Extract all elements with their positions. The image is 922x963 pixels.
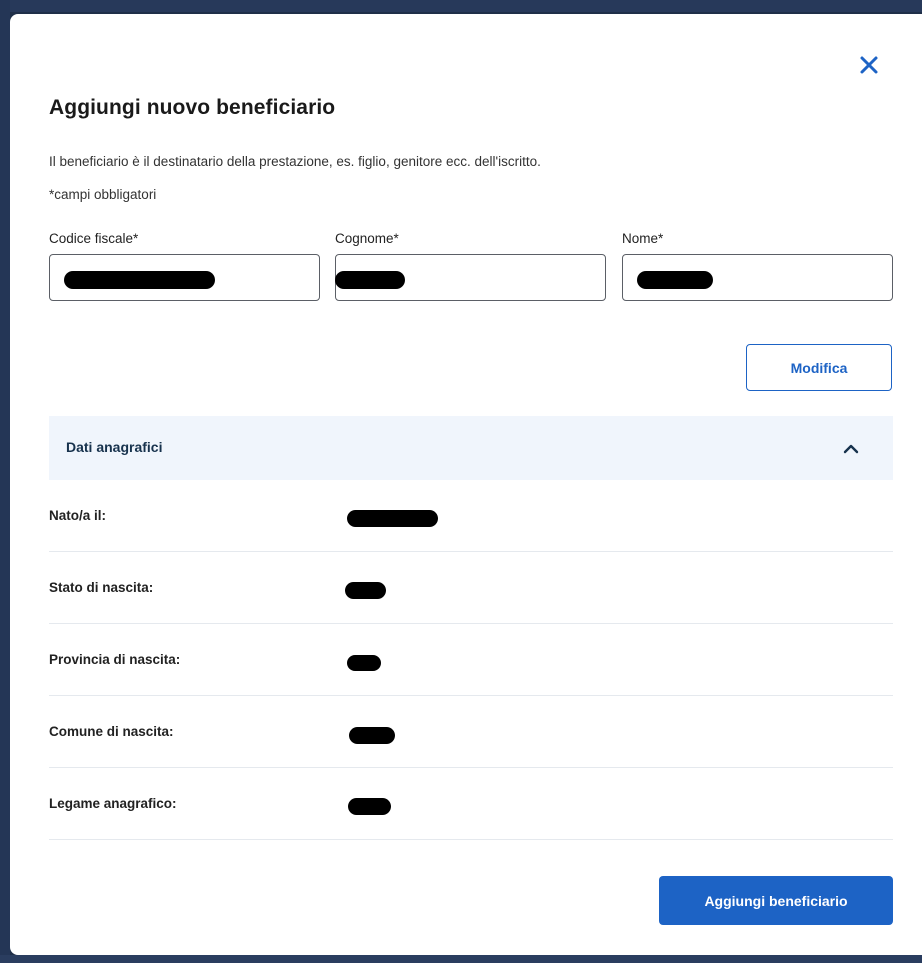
redacted-value <box>347 655 381 671</box>
redacted-value <box>637 271 713 289</box>
cognome-input[interactable] <box>335 254 606 301</box>
nome-input[interactable] <box>622 254 893 301</box>
redacted-value <box>349 727 395 744</box>
row-label: Legame anagrafico: <box>49 796 177 811</box>
cognome-label: Cognome* <box>335 231 399 246</box>
codice-fiscale-input[interactable] <box>49 254 320 301</box>
modal-description: Il beneficiario è il destinatario della … <box>49 154 541 169</box>
accordion-title: Dati anagrafici <box>66 439 163 455</box>
required-fields-note: *campi obbligatori <box>49 187 157 202</box>
row-label: Stato di nascita: <box>49 580 154 595</box>
backdrop <box>0 0 922 12</box>
close-button[interactable] <box>856 52 882 78</box>
redacted-value <box>335 271 405 289</box>
detail-row-birth-town: Comune di nascita: <box>49 696 893 768</box>
backdrop-bottom <box>0 955 922 963</box>
redacted-value <box>64 271 215 289</box>
row-label: Provincia di nascita: <box>49 652 181 667</box>
detail-row-birth-province: Provincia di nascita: <box>49 624 893 696</box>
add-beneficiary-modal: Aggiungi nuovo beneficiario Il beneficia… <box>10 14 922 955</box>
detail-row-birth-country: Stato di nascita: <box>49 552 893 624</box>
close-icon <box>860 56 878 74</box>
redacted-value <box>347 510 438 527</box>
row-label: Nato/a il: <box>49 508 107 523</box>
detail-row-birth-date: Nato/a il: <box>49 480 893 552</box>
redacted-value <box>345 582 386 599</box>
accordion-dati-anagrafici[interactable]: Dati anagrafici <box>49 416 893 480</box>
add-beneficiary-button[interactable]: Aggiungi beneficiario <box>659 876 893 925</box>
row-label: Comune di nascita: <box>49 724 174 739</box>
modal-title: Aggiungi nuovo beneficiario <box>49 96 336 119</box>
modifica-button[interactable]: Modifica <box>746 344 892 391</box>
detail-row-relationship: Legame anagrafico: <box>49 768 893 840</box>
codice-fiscale-label: Codice fiscale* <box>49 231 139 246</box>
chevron-up-icon <box>843 444 859 454</box>
backdrop-left <box>0 0 10 963</box>
redacted-value <box>348 798 391 815</box>
nome-label: Nome* <box>622 231 664 246</box>
